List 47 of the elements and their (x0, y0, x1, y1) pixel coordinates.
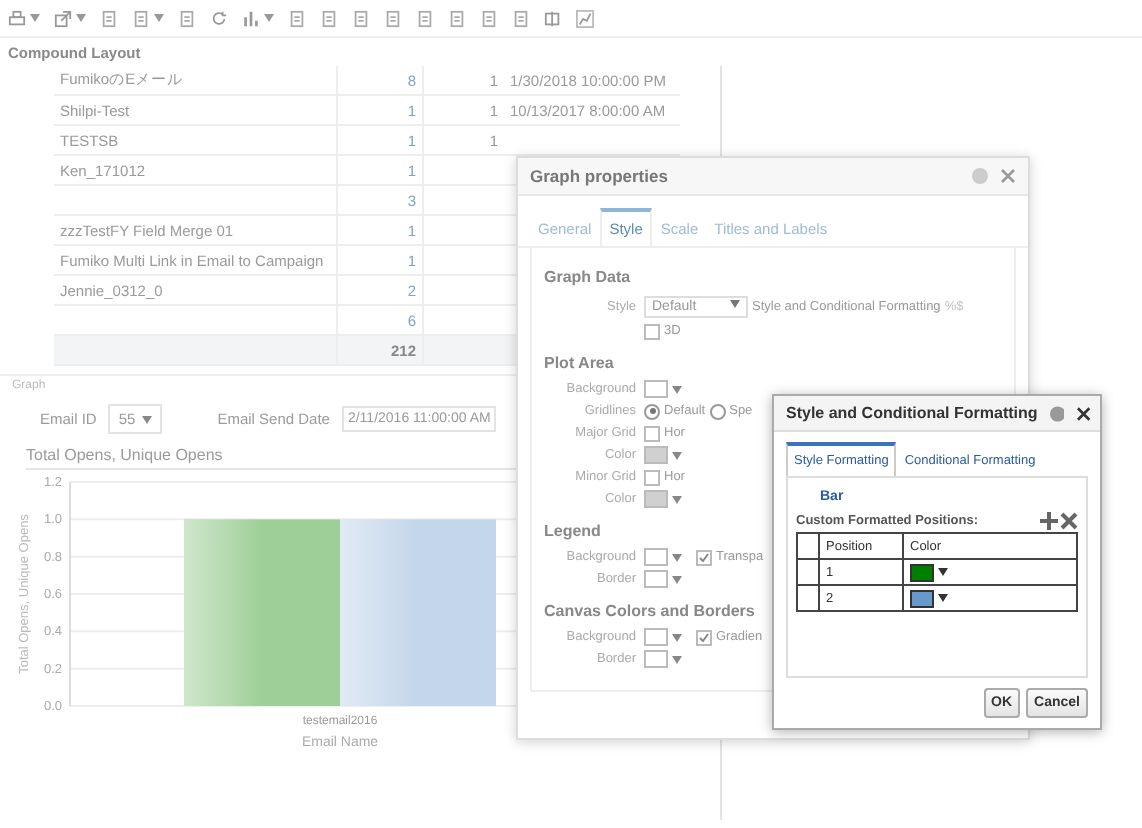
color-swatch[interactable] (644, 490, 668, 508)
dialog-title: Style and Conditional Formatting (786, 404, 1038, 422)
section-title: Canvas Colors and Borders (544, 602, 755, 620)
sheet-icon[interactable] (416, 9, 434, 27)
sheet-icon[interactable] (100, 9, 118, 27)
sheet-icon[interactable] (178, 9, 196, 27)
caret-icon[interactable] (937, 593, 948, 602)
color-swatch[interactable] (910, 563, 934, 581)
sheet-icon[interactable] (288, 9, 306, 27)
checkbox[interactable] (644, 323, 660, 339)
sheet-icon[interactable] (352, 9, 370, 27)
help-icon[interactable] (1049, 405, 1065, 421)
help-icon[interactable] (972, 168, 988, 184)
caret-icon[interactable] (937, 567, 948, 576)
color-swatch[interactable] (644, 380, 668, 398)
refresh-icon[interactable] (210, 9, 228, 27)
radio-button[interactable] (709, 403, 726, 419)
color-swatch[interactable] (644, 628, 668, 646)
export-icon[interactable] (54, 9, 72, 27)
sheet-icon[interactable] (448, 9, 466, 27)
columns-icon[interactable] (544, 9, 562, 27)
section-title: Graph Data (544, 268, 631, 286)
color-swatch[interactable] (644, 548, 668, 566)
checkbox[interactable] (696, 549, 712, 565)
chart-title: Total Opens, Unique Opens (26, 446, 516, 470)
add-icon[interactable] (1040, 512, 1058, 530)
color-swatch[interactable] (644, 570, 668, 588)
printer-icon[interactable] (8, 9, 26, 27)
color-swatch[interactable] (644, 650, 668, 668)
sheet-icon[interactable] (480, 9, 498, 27)
radio-button[interactable] (644, 403, 660, 419)
checkbox[interactable] (644, 425, 660, 441)
color-swatch[interactable] (910, 589, 934, 607)
close-icon[interactable] (1076, 405, 1092, 421)
sheet-icon[interactable] (132, 9, 150, 27)
delete-icon[interactable] (1060, 512, 1078, 530)
chart-icon[interactable] (576, 9, 594, 27)
sheet-icon[interactable] (384, 9, 402, 27)
sheet-icon[interactable] (512, 9, 530, 27)
color-swatch[interactable] (644, 446, 668, 464)
checkbox[interactable] (696, 629, 712, 645)
checkbox[interactable] (644, 469, 660, 485)
section-title: Plot Area (544, 354, 614, 372)
dialog-title: Graph properties (530, 166, 670, 186)
sheet-icon[interactable] (320, 9, 338, 27)
section-title: Legend (544, 522, 601, 540)
bar-chart-icon[interactable] (242, 9, 260, 27)
